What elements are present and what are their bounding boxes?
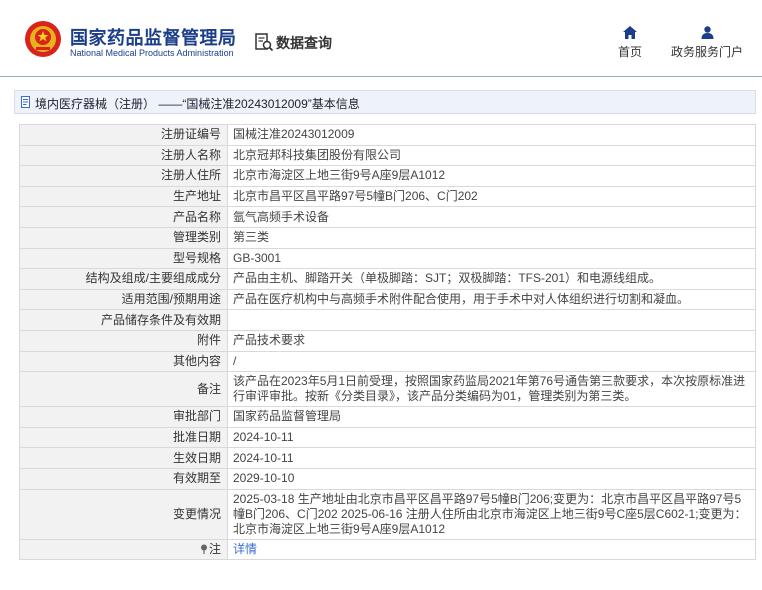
table-row: 注册人住所 北京市海淀区上地三街9号A座9层A1012 bbox=[19, 165, 756, 187]
nav-service-portal-link[interactable]: 政务服务门户 bbox=[666, 26, 748, 60]
row-label: 备注 bbox=[19, 371, 228, 408]
user-icon bbox=[701, 26, 713, 39]
table-row: 产品储存条件及有效期 bbox=[19, 309, 756, 331]
row-value: 国家药品监督管理局 bbox=[227, 406, 756, 428]
details-link[interactable]: 详情 bbox=[233, 542, 257, 556]
row-value: GB-3001 bbox=[227, 247, 756, 270]
table-row: 产品名称 氩气高频手术设备 bbox=[19, 206, 756, 228]
table-row: 注 详情 bbox=[19, 538, 756, 561]
row-value: 北京市昌平区昌平路97号5幢B门206、C门202 bbox=[227, 185, 756, 208]
registration-detail-table: 注册证编号 国械注准20243012009 注册人名称 北京冠邦科技集团股份有限… bbox=[19, 124, 756, 561]
row-value: 北京市海淀区上地三街9号A座9层A1012 bbox=[227, 165, 756, 187]
table-row: 结构及组成/主要组成成分 产品由主机、脚踏开关（单极脚踏：SJT；双极脚踏：TF… bbox=[19, 268, 756, 290]
row-label: 注册证编号 bbox=[19, 124, 228, 146]
row-value: 2029-10-10 bbox=[227, 467, 756, 490]
home-icon bbox=[623, 26, 637, 39]
table-row: 适用范围/预期用途 产品在医疗机构中与高频手术附件配合使用，用于手术中对人体组织… bbox=[19, 288, 756, 311]
row-label: 生效日期 bbox=[19, 447, 228, 469]
table-row: 注册人名称 北京冠邦科技集团股份有限公司 bbox=[19, 144, 756, 167]
document-icon bbox=[21, 96, 30, 108]
data-query-icon bbox=[255, 33, 274, 52]
row-value: 2025-03-18 生产地址由北京市昌平区昌平路97号5幢B门206;变更为：… bbox=[227, 488, 756, 540]
table-row: 有效期至 2029-10-10 bbox=[19, 467, 756, 490]
note-label: 注 bbox=[208, 541, 221, 556]
row-value: 第三类 bbox=[227, 226, 756, 249]
row-label: 附件 bbox=[19, 329, 228, 352]
row-label: 生产地址 bbox=[19, 185, 228, 208]
row-value: 产品在医疗机构中与高频手术附件配合使用，用于手术中对人体组织进行切割和凝血。 bbox=[227, 288, 756, 311]
table-row: 其他内容 / bbox=[19, 350, 756, 373]
row-label: 注册人名称 bbox=[19, 144, 228, 167]
nav-home-label: 首页 bbox=[617, 45, 642, 59]
pin-icon bbox=[200, 544, 207, 554]
nav-home-link[interactable]: 首页 bbox=[612, 26, 648, 60]
brand-name-en: National Medical Products Administration bbox=[70, 48, 234, 58]
row-value: 详情 bbox=[227, 538, 756, 561]
table-row: 生效日期 2024-10-11 bbox=[19, 447, 756, 469]
table-row: 型号规格 GB-3001 bbox=[19, 247, 756, 270]
row-label: 产品名称 bbox=[19, 206, 228, 228]
row-value: / bbox=[227, 350, 756, 373]
table-row: 备注 该产品在2023年5月1日前受理，按照国家药监局2021年第76号通告第三… bbox=[19, 371, 756, 408]
table-row: 批准日期 2024-10-11 bbox=[19, 426, 756, 449]
row-label: 审批部门 bbox=[19, 406, 228, 428]
row-value: 产品技术要求 bbox=[227, 329, 756, 352]
row-value: 该产品在2023年5月1日前受理，按照国家药监局2021年第76号通告第三款要求… bbox=[227, 371, 756, 408]
table-row: 生产地址 北京市昌平区昌平路97号5幢B门206、C门202 bbox=[19, 185, 756, 208]
breadcrumb-text: 境内医疗器械（注册） ——“国械注准20243012009”基本信息 bbox=[35, 97, 360, 111]
row-value: 氩气高频手术设备 bbox=[227, 206, 756, 228]
section-title: 数据查询 bbox=[276, 35, 332, 51]
row-label: 批准日期 bbox=[19, 426, 228, 449]
national-emblem-icon bbox=[25, 21, 61, 57]
nav-portal-label: 政务服务门户 bbox=[670, 45, 743, 59]
row-value: 北京冠邦科技集团股份有限公司 bbox=[227, 144, 756, 167]
brand-name-cn[interactable]: 国家药品监督管理局 bbox=[70, 24, 237, 50]
table-row: 附件 产品技术要求 bbox=[19, 329, 756, 352]
breadcrumb: 境内医疗器械（注册） ——“国械注准20243012009”基本信息 bbox=[14, 90, 756, 114]
table-row: 注册证编号 国械注准20243012009 bbox=[19, 124, 756, 146]
row-label: 有效期至 bbox=[19, 467, 228, 490]
row-value: 2024-10-11 bbox=[227, 426, 756, 449]
table-row: 审批部门 国家药品监督管理局 bbox=[19, 406, 756, 428]
row-label: 管理类别 bbox=[19, 226, 228, 249]
row-value bbox=[227, 309, 756, 331]
row-value: 国械注准20243012009 bbox=[227, 124, 756, 146]
row-value: 2024-10-11 bbox=[227, 447, 756, 469]
row-label: 注 bbox=[19, 538, 228, 561]
site-header: 国家药品监督管理局 National Medical Products Admi… bbox=[0, 0, 762, 76]
row-label: 适用范围/预期用途 bbox=[19, 288, 228, 311]
row-label: 产品储存条件及有效期 bbox=[19, 309, 228, 331]
row-label: 结构及组成/主要组成成分 bbox=[19, 268, 228, 290]
row-label: 其他内容 bbox=[19, 350, 228, 373]
header-divider bbox=[0, 76, 762, 77]
row-label: 型号规格 bbox=[19, 247, 228, 270]
row-label: 注册人住所 bbox=[19, 165, 228, 187]
row-value: 产品由主机、脚踏开关（单极脚踏：SJT；双极脚踏：TFS-201）和电源线组成。 bbox=[227, 268, 756, 290]
table-row: 变更情况 2025-03-18 生产地址由北京市昌平区昌平路97号5幢B门206… bbox=[19, 488, 756, 540]
table-row: 管理类别 第三类 bbox=[19, 226, 756, 249]
row-label: 变更情况 bbox=[19, 488, 228, 540]
